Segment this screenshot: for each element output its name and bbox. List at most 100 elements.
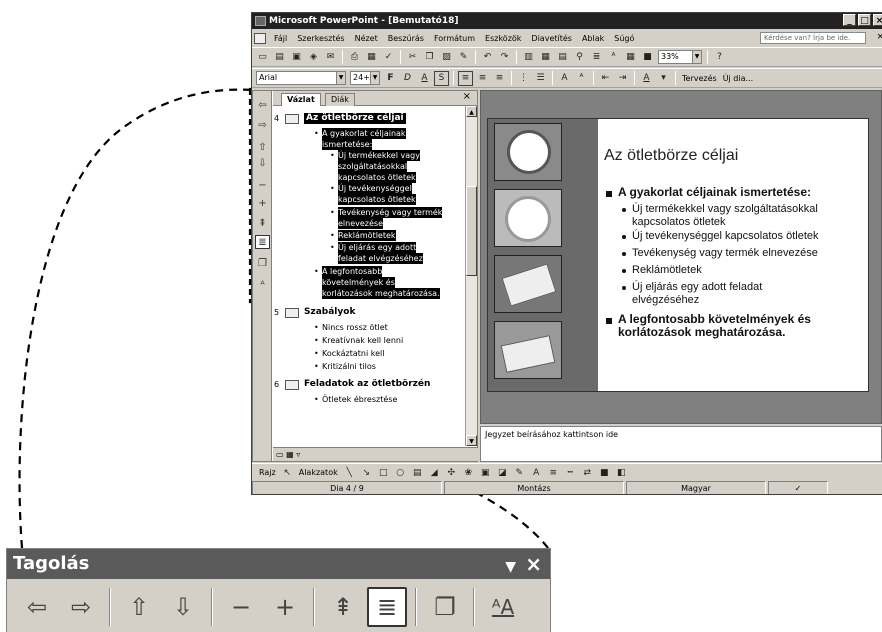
- slide-icon[interactable]: [285, 114, 299, 124]
- summary-slide-icon[interactable]: ❐: [425, 587, 465, 627]
- menu-window[interactable]: Ablak: [577, 34, 609, 43]
- document-icon[interactable]: [254, 33, 266, 44]
- slide-bullet[interactable]: Új tevékenységgel kapcsolatos ötletek: [632, 230, 819, 243]
- collapse-icon[interactable]: −: [255, 179, 270, 193]
- tab-slides[interactable]: Diák: [325, 93, 355, 106]
- outline-line[interactable]: Nincs rossz ötlet: [322, 322, 388, 333]
- outline-line[interactable]: Reklámötletek: [338, 230, 396, 241]
- outline-line[interactable]: követelmények és: [322, 277, 395, 288]
- color-grayscale-icon[interactable]: ■: [640, 50, 655, 65]
- shadow-button[interactable]: S: [434, 70, 449, 86]
- outline-line[interactable]: elnevezése: [338, 218, 384, 229]
- menu-edit[interactable]: Szerkesztés: [292, 34, 349, 43]
- collapse-all-icon[interactable]: ⇞: [255, 217, 270, 231]
- hyperlink-icon[interactable]: ⚲: [572, 50, 587, 65]
- cut-icon[interactable]: ✂: [405, 50, 420, 65]
- insert-table-icon[interactable]: ▦: [538, 50, 553, 65]
- menu-file[interactable]: Fájl: [269, 34, 292, 43]
- slide-bullet[interactable]: Reklámötletek: [632, 264, 702, 277]
- line-icon[interactable]: ╲: [342, 465, 357, 480]
- outline-line[interactable]: Kreatívnak kell lenni: [322, 335, 403, 346]
- line-color-icon[interactable]: ✎: [512, 465, 527, 480]
- help-icon[interactable]: ?: [712, 50, 727, 65]
- print-preview-icon[interactable]: ▦: [364, 50, 379, 65]
- new-slide-button[interactable]: Új dia...: [720, 74, 756, 83]
- arrow-style-icon[interactable]: ⇄: [580, 465, 595, 480]
- help-question-box[interactable]: Kérdése van? Írja be ide.: [760, 32, 866, 44]
- tables-borders-icon[interactable]: ▤: [555, 50, 570, 65]
- outline-line[interactable]: Új termékekkel vagy: [338, 150, 420, 161]
- diagram-icon[interactable]: ✣: [444, 465, 459, 480]
- move-down-icon[interactable]: ⇩: [163, 587, 203, 627]
- outline-slide-title[interactable]: Feladatok az ötletbörzén: [304, 379, 430, 390]
- outline-line[interactable]: ismertetése:: [322, 139, 373, 150]
- open-icon[interactable]: ▤: [272, 50, 287, 65]
- bullets-icon[interactable]: ☰: [533, 71, 548, 86]
- normal-view-icon[interactable]: ▭: [276, 450, 284, 459]
- menu-help[interactable]: Súgó: [609, 34, 639, 43]
- 3d-style-icon[interactable]: ◧: [614, 465, 629, 480]
- outline-line[interactable]: szolgáltatásokkal: [338, 161, 408, 172]
- scroll-thumb[interactable]: [466, 186, 477, 276]
- outlining-toolbar-title[interactable]: Tagolás ▼ ×: [7, 549, 550, 579]
- show-formatting-icon[interactable]: ᴬA: [483, 587, 523, 627]
- menu-slideshow[interactable]: Diavetítés: [526, 34, 577, 43]
- increase-indent-icon[interactable]: ⇥: [615, 71, 630, 86]
- outline-slide-title[interactable]: Szabályok: [304, 307, 355, 318]
- collapse-all-icon[interactable]: ⇞: [323, 587, 363, 627]
- outline-slide-title[interactable]: Az ötletbörze céljai: [304, 113, 406, 124]
- promote-icon[interactable]: ⇦: [17, 587, 57, 627]
- outline-line[interactable]: A gyakorlat céljainak: [322, 128, 406, 139]
- zoom-select[interactable]: 33% ▼: [658, 50, 702, 64]
- slide-bullet[interactable]: Új termékekkel vagy szolgáltatásokkal ka…: [632, 203, 818, 229]
- undo-icon[interactable]: ↶: [480, 50, 495, 65]
- tab-outline[interactable]: Vázlat: [281, 93, 321, 106]
- align-right-icon[interactable]: ≡: [492, 71, 507, 86]
- outline-line[interactable]: Új tevékenységgel: [338, 183, 412, 194]
- email-icon[interactable]: ✉: [323, 50, 338, 65]
- outline-line[interactable]: kapcsolatos ötletek: [338, 194, 416, 205]
- slideshow-icon[interactable]: ▿: [296, 450, 300, 459]
- save-icon[interactable]: ▣: [289, 50, 304, 65]
- format-painter-icon[interactable]: ✎: [456, 50, 471, 65]
- maximize-button[interactable]: □: [858, 14, 871, 26]
- promote-icon[interactable]: ⇦: [255, 99, 270, 113]
- line-style-icon[interactable]: ≡: [546, 465, 561, 480]
- arrow-icon[interactable]: ↘: [359, 465, 374, 480]
- demote-icon[interactable]: ⇨: [255, 119, 270, 133]
- move-down-icon[interactable]: ⇩: [255, 157, 270, 171]
- scroll-down-icon[interactable]: ▼: [466, 435, 477, 446]
- draw-menu-button[interactable]: Rajz: [256, 468, 279, 477]
- bold-button[interactable]: F: [383, 71, 398, 86]
- slide-icon[interactable]: [285, 380, 299, 390]
- oval-icon[interactable]: ○: [393, 465, 408, 480]
- slide-bullet[interactable]: A legfontosabb követelmények és korlátoz…: [618, 313, 811, 339]
- autoshapes-menu-button[interactable]: Alakzatok: [296, 468, 341, 477]
- insert-chart-icon[interactable]: ▥: [521, 50, 536, 65]
- expand-all-icon[interactable]: ≣: [589, 50, 604, 65]
- outline-line[interactable]: Új eljárás egy adott: [338, 242, 417, 253]
- new-icon[interactable]: ▭: [255, 50, 270, 65]
- outline-line[interactable]: Tevékenység vagy termék: [338, 207, 443, 218]
- menu-view[interactable]: Nézet: [350, 34, 383, 43]
- minimize-button[interactable]: _: [843, 14, 856, 26]
- textbox-icon[interactable]: ▤: [410, 465, 425, 480]
- shadow-style-icon[interactable]: ■: [597, 465, 612, 480]
- slide-sorter-icon[interactable]: ▦: [286, 450, 294, 459]
- underline-button[interactable]: A: [417, 71, 432, 86]
- outline-line[interactable]: feladat elvégzéséhez: [338, 253, 423, 264]
- print-icon[interactable]: ⎙: [347, 50, 362, 65]
- outline-content[interactable]: 4 Az ötletbörze céljai • A gyakorlat cél…: [274, 108, 464, 448]
- pane-close-button[interactable]: ×: [463, 91, 471, 102]
- picture-icon[interactable]: ▣: [478, 465, 493, 480]
- move-up-icon[interactable]: ⇧: [119, 587, 159, 627]
- scroll-up-icon[interactable]: ▲: [466, 106, 477, 117]
- font-size-select[interactable]: 24+ ▼: [350, 71, 380, 85]
- slide-canvas[interactable]: Az ötletbörze céljai A gyakorlat céljain…: [487, 118, 869, 392]
- expand-all-icon[interactable]: ≣: [367, 587, 407, 627]
- outline-line[interactable]: A legfontosabb: [322, 266, 383, 277]
- redo-icon[interactable]: ↷: [497, 50, 512, 65]
- outline-line[interactable]: kapcsolatos ötletek: [338, 172, 416, 183]
- toolbar-options-icon[interactable]: ▼: [505, 552, 516, 582]
- font-color-icon[interactable]: A: [639, 71, 654, 86]
